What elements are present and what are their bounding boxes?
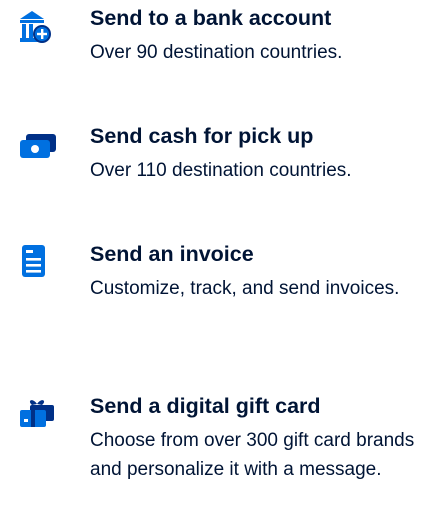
option-title: Send an invoice [90,242,254,266]
option-description: Over 90 destination countries. [90,42,343,63]
option-title: Send cash for pick up [90,124,314,148]
cash-option-text: Send cash for pick up Over 110 destinati… [90,123,424,185]
cash-icon [10,128,62,168]
option-title: Send a digital gift card [90,394,321,418]
option-description: Customize, track, and send invoices. [90,278,400,299]
gift-card-icon [10,395,62,435]
bank-plus-icon [10,7,62,47]
option-title: Send to a bank account [90,6,332,30]
option-description: Over 110 destination countries. [90,160,352,181]
gift-card-option-text: Send a digital gift card Choose from ove… [90,393,424,484]
invoice-option-text: Send an invoice Customize, track, and se… [90,241,424,303]
send-options-list: Send to a bank account Over 90 destinati… [0,0,430,517]
invoice-icon [10,241,62,281]
option-description: Choose from over 300 gift card brands an… [90,430,415,480]
bank-option-text: Send to a bank account Over 90 destinati… [90,5,424,67]
